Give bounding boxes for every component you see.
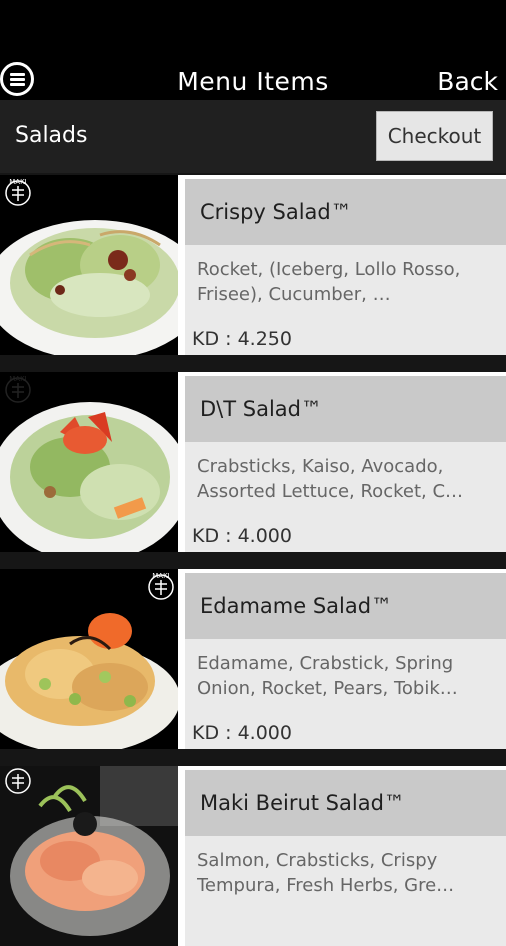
maki-logo: MAKI [146,572,176,612]
item-name-bar: D\T Salad™ [185,376,506,442]
item-details: Rocket, (Iceberg, Lollo Rosso, Frisee), … [185,245,506,355]
item-name-bar: Edamame Salad™ [185,573,506,639]
item-description: Edamame, Crabstick, Spring Onion, Rocket… [197,653,458,699]
item-price: KD : 4.250 [192,328,292,350]
checkout-button[interactable]: Checkout [376,111,493,161]
page-title: Menu Items [177,67,329,96]
item-image: MAKI [0,175,178,355]
item-name-bar: Crispy Salad™ [185,179,506,245]
maki-logo: MAKI [3,375,33,415]
back-button[interactable]: Back [437,64,498,100]
item-price: KD : 4.000 [192,525,292,547]
menu-item[interactable]: MAKI Crispy Salad™ Rocket, (Iceberg, Lol… [0,175,506,355]
maki-logo: MAKI [3,178,33,218]
item-details: Edamame, Crabstick, Spring Onion, Rocket… [185,639,506,749]
item-image: MAKI [0,569,178,749]
item-details: Crabsticks, Kaiso, Avocado, Assorted Let… [185,442,506,552]
item-name: Crispy Salad™ [200,200,352,224]
menu-item[interactable]: Maki Beirut Salad™ Salmon, Crabsticks, C… [0,766,506,946]
maki-logo [3,766,33,806]
menu-item[interactable]: MAKI Edamame Salad™ Edamame, Crabstick, … [0,569,506,749]
item-name: D\T Salad™ [200,397,322,421]
status-bar [0,0,506,55]
item-description: Salmon, Crabsticks, Crispy Tempura, Fres… [197,850,455,896]
item-price: KD : 4.000 [192,722,292,744]
item-description: Rocket, (Iceberg, Lollo Rosso, Frisee), … [197,259,461,305]
item-name: Maki Beirut Salad™ [200,791,405,815]
item-image [0,766,178,946]
item-name-bar: Maki Beirut Salad™ [185,770,506,836]
item-details: Salmon, Crabsticks, Crispy Tempura, Fres… [185,836,506,946]
section-title: Salads [15,123,88,148]
item-description: Crabsticks, Kaiso, Avocado, Assorted Let… [197,456,464,502]
menu-item[interactable]: MAKI D\T Salad™ Crabsticks, Kaiso, Avoca… [0,372,506,552]
item-name: Edamame Salad™ [200,594,393,618]
item-image: MAKI [0,372,178,552]
